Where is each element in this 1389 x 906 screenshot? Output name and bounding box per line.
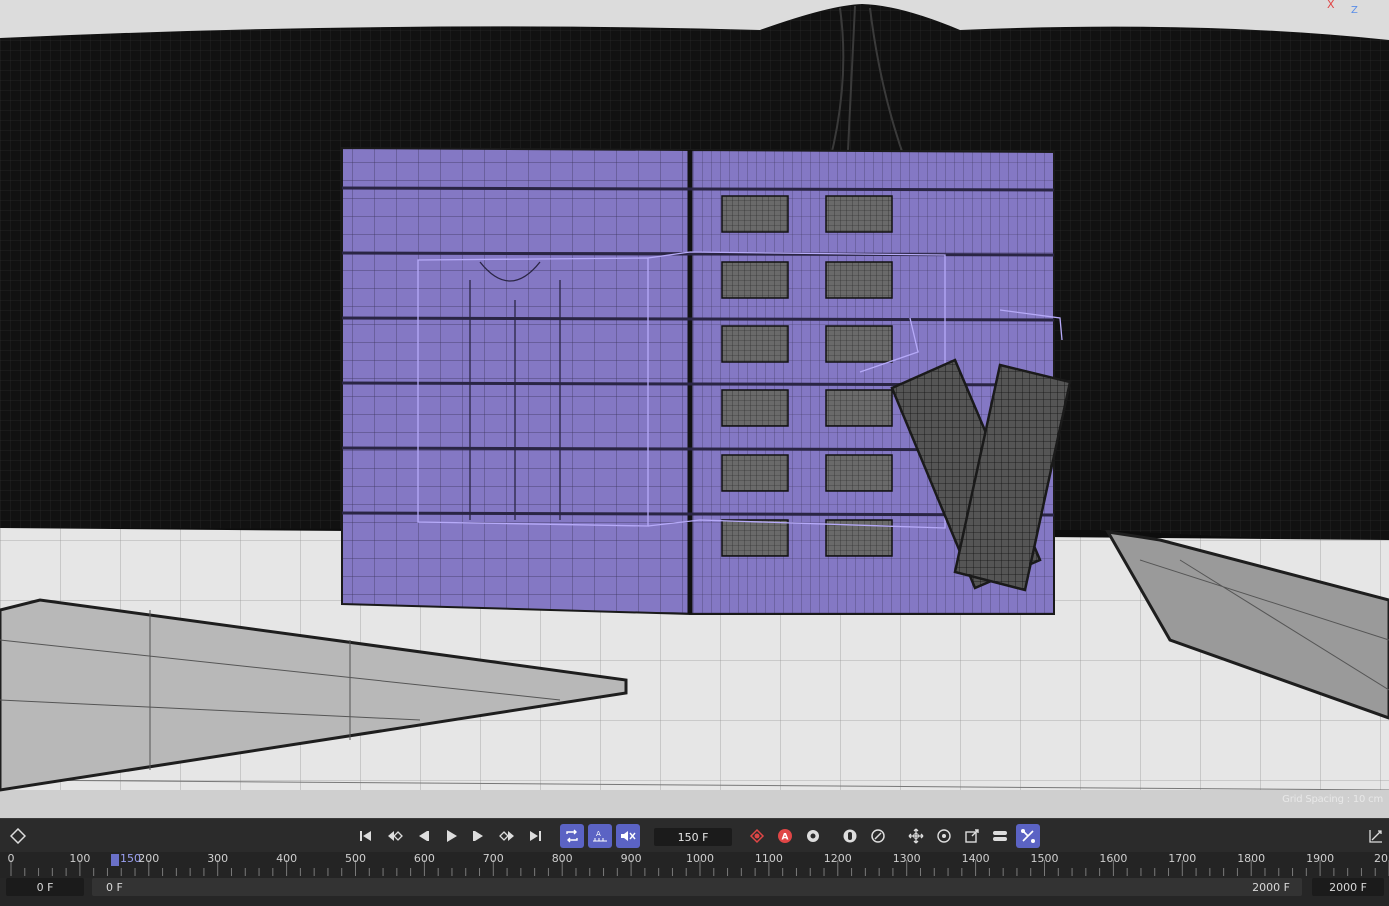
timeline-tick-label: 1400 bbox=[961, 852, 990, 865]
key-mode-icon[interactable] bbox=[838, 824, 862, 848]
mute-sound-icon[interactable] bbox=[616, 824, 640, 848]
rotate-tool-icon[interactable] bbox=[932, 824, 956, 848]
playhead-frame-label: 150 bbox=[120, 852, 141, 865]
timeline-tick-label: 1700 bbox=[1168, 852, 1197, 865]
previous-key-icon[interactable] bbox=[383, 824, 407, 848]
timeline-tick-label: 900 bbox=[620, 852, 642, 865]
parameter-icon[interactable] bbox=[988, 824, 1012, 848]
timeline-tick-label: 500 bbox=[345, 852, 366, 865]
timeline-tick-label: 800 bbox=[551, 852, 573, 865]
timeline-tick-label: 1600 bbox=[1099, 852, 1128, 865]
previous-frame-icon[interactable] bbox=[411, 824, 435, 848]
3d-viewport[interactable]: X Z Grid Spacing : 10 cm bbox=[0, 0, 1389, 818]
range-slider[interactable] bbox=[92, 878, 1302, 896]
timeline-tick-label: 600 bbox=[413, 852, 435, 865]
next-key-icon[interactable] bbox=[495, 824, 519, 848]
next-frame-icon[interactable] bbox=[467, 824, 491, 848]
animation-toolbar: A 150 F A bbox=[0, 818, 1389, 853]
timeline-tick-label: 20 bbox=[1374, 852, 1388, 865]
building-left-face bbox=[341, 146, 691, 616]
preview-range-bar: 0 F 0 F 2000 F 2000 F bbox=[0, 878, 1389, 906]
fps-sync-icon[interactable]: A bbox=[588, 824, 612, 848]
timeline-tick-label: 1900 bbox=[1306, 852, 1335, 865]
go-to-end-icon[interactable] bbox=[523, 824, 547, 848]
range-end-handle[interactable]: 2000 F bbox=[1220, 878, 1296, 896]
move-tool-icon[interactable] bbox=[904, 824, 928, 848]
range-start-field[interactable]: 0 F bbox=[6, 878, 84, 896]
timeline-tick-label: 1500 bbox=[1030, 852, 1059, 865]
timeline-tick-label: 1300 bbox=[892, 852, 921, 865]
timeline-tick-label: 0 bbox=[7, 852, 15, 865]
timeline-tick-label: 1100 bbox=[754, 852, 783, 865]
range-start-handle[interactable]: 0 F bbox=[100, 878, 166, 896]
timeline-tick-label: 1200 bbox=[823, 852, 852, 865]
grid-spacing-label: Grid Spacing : 10 cm bbox=[1282, 794, 1383, 805]
f-curve-icon[interactable] bbox=[1364, 824, 1388, 848]
svg-text:A: A bbox=[782, 833, 789, 843]
range-end-field[interactable]: 2000 F bbox=[1312, 878, 1384, 896]
timeline-tick-label: 300 bbox=[207, 852, 229, 865]
loop-icon[interactable] bbox=[560, 824, 584, 848]
timeline-tick-label: 700 bbox=[482, 852, 504, 865]
record-keyframe-icon[interactable] bbox=[745, 824, 769, 848]
timeline-tick-label: 1000 bbox=[686, 852, 714, 865]
viewport-scene[interactable] bbox=[0, 0, 1389, 818]
timeline-tick-label: 200 bbox=[138, 852, 160, 865]
svg-text:A: A bbox=[596, 830, 601, 838]
timeline-tick-label: 1800 bbox=[1237, 852, 1266, 865]
point-level-icon[interactable] bbox=[1016, 824, 1040, 848]
timeline-tick-label: 400 bbox=[276, 852, 298, 865]
go-to-start-icon[interactable] bbox=[354, 824, 378, 848]
current-frame-field[interactable]: 150 F bbox=[654, 828, 732, 846]
timeline-ruler[interactable]: 0 100 200 300 400 500 600 700 800 900 1000 1100 1200… bbox=[0, 852, 1389, 878]
axis-z-label: Z bbox=[1351, 5, 1358, 16]
axis-x-label: X bbox=[1327, 0, 1335, 11]
diamond-keyframe-icon[interactable] bbox=[6, 824, 30, 848]
motion-record-icon[interactable] bbox=[866, 824, 890, 848]
key-settings-icon[interactable] bbox=[801, 824, 825, 848]
timeline-playhead[interactable] bbox=[111, 854, 119, 866]
play-icon[interactable] bbox=[439, 824, 463, 848]
scale-tool-icon[interactable] bbox=[960, 824, 984, 848]
timeline-tick-label: 100 bbox=[69, 852, 91, 865]
autokey-icon[interactable]: A bbox=[773, 824, 797, 848]
